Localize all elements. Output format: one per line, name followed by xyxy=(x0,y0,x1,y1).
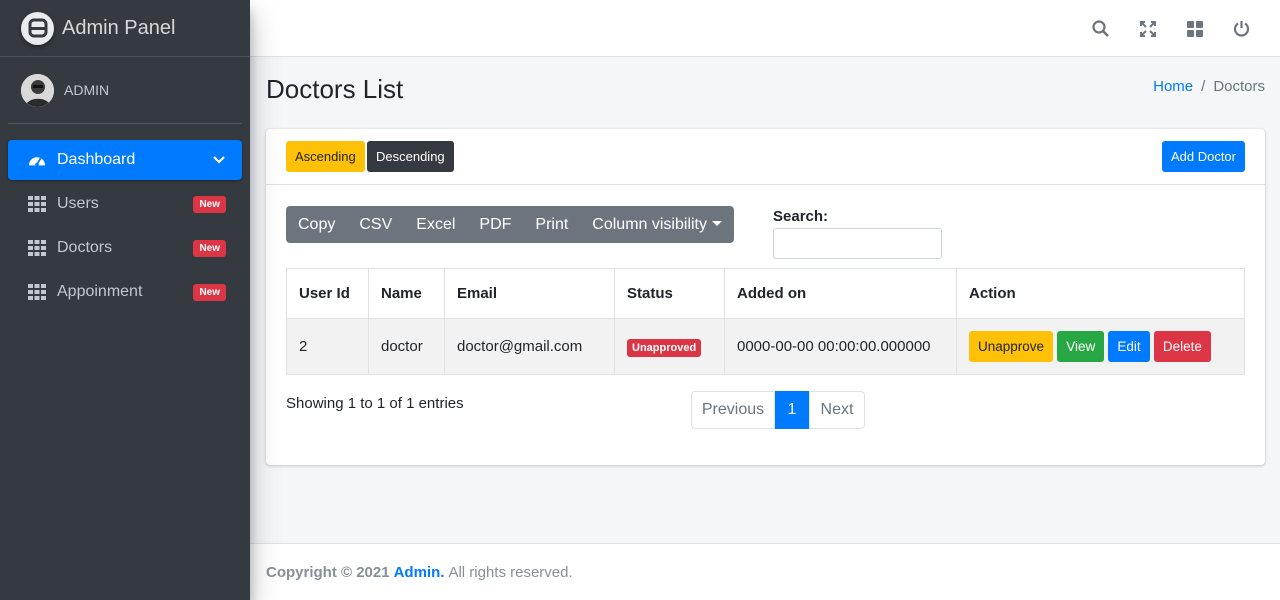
topbar xyxy=(250,0,1280,57)
ascending-button[interactable]: Ascending xyxy=(286,141,365,172)
column-header-name[interactable]: Name xyxy=(368,268,445,319)
search-icon[interactable] xyxy=(1077,0,1124,57)
table-info: Showing 1 to 1 of 1 entries xyxy=(286,395,464,412)
page-title: Doctors List xyxy=(266,74,404,104)
avatar xyxy=(21,73,54,107)
footer-brand-link[interactable]: Admin. xyxy=(394,564,445,581)
new-badge: New xyxy=(193,283,226,301)
column-visibility-label: Column visibility xyxy=(592,215,707,233)
topbar-actions xyxy=(1077,0,1265,57)
cell-actions: Unapprove View Edit Delete xyxy=(956,318,1245,375)
th-large-icon[interactable] xyxy=(1171,0,1218,57)
pagination-page-1[interactable]: 1 xyxy=(775,391,809,429)
footer-copyright: Copyright © 2021 xyxy=(266,563,390,581)
pagination-previous[interactable]: Previous xyxy=(691,391,775,429)
caret-down-icon xyxy=(712,220,722,226)
unapprove-button[interactable]: Unapprove xyxy=(969,331,1054,362)
sidebar-nav: Dashboard Users New Doctors New Appoinme… xyxy=(0,132,250,312)
print-button[interactable]: Print xyxy=(523,206,580,243)
sidebar-item-appoinment[interactable]: Appoinment New xyxy=(8,272,242,312)
sidebar-item-label: Users xyxy=(57,195,99,212)
doctors-table: User Id Name Email Status Added on Actio… xyxy=(286,268,1245,375)
sidebar-item-label: Doctors xyxy=(57,239,113,256)
csv-button[interactable]: CSV xyxy=(347,206,404,243)
grid-icon xyxy=(28,239,46,257)
column-header-added-on[interactable]: Added on xyxy=(724,268,957,319)
excel-button[interactable]: Excel xyxy=(404,206,467,243)
column-header-status[interactable]: Status xyxy=(614,268,725,319)
edit-button[interactable]: Edit xyxy=(1108,331,1150,362)
cell-added-on: 0000-00-00 00:00:00.000000 xyxy=(724,318,957,375)
status-badge: Unapproved xyxy=(627,339,702,357)
cell-status: Unapproved xyxy=(614,318,725,375)
breadcrumb: Home / Doctors xyxy=(1153,78,1265,95)
card-header: Ascending Descending Add Doctor xyxy=(266,129,1265,185)
table-row: 2 doctor doctor@gmail.com Unapproved 000… xyxy=(286,318,1245,375)
table-header-row: User Id Name Email Status Added on Actio… xyxy=(286,268,1245,319)
new-badge: New xyxy=(193,239,226,257)
add-doctor-button[interactable]: Add Doctor xyxy=(1161,141,1245,172)
pagination-next[interactable]: Next xyxy=(809,391,865,429)
sidebar-item-label: Appoinment xyxy=(57,283,143,300)
cell-name: doctor xyxy=(368,318,445,375)
column-header-user-id[interactable]: User Id xyxy=(286,268,369,319)
brand-logo-icon xyxy=(21,11,54,45)
breadcrumb-current: Doctors xyxy=(1213,78,1265,95)
export-button-group: Copy CSV Excel PDF Print Column visibili… xyxy=(286,206,734,243)
sidebar-item-doctors[interactable]: Doctors New xyxy=(8,228,242,268)
content-header: Doctors List Home / Doctors xyxy=(266,57,1265,128)
pdf-button[interactable]: PDF xyxy=(467,206,523,243)
breadcrumb-separator: / xyxy=(1201,78,1206,95)
chevron-down-icon xyxy=(212,153,226,167)
search-group: Search: xyxy=(773,208,942,259)
brand-link[interactable]: Admin Panel xyxy=(0,0,250,57)
column-visibility-button[interactable]: Column visibility xyxy=(580,206,734,243)
delete-button[interactable]: Delete xyxy=(1153,331,1211,362)
breadcrumb-home-link[interactable]: Home xyxy=(1153,78,1193,95)
pagination: Previous 1 Next xyxy=(691,391,865,429)
sidebar-item-dashboard[interactable]: Dashboard xyxy=(8,140,242,180)
descending-button[interactable]: Descending xyxy=(367,141,454,172)
user-name: ADMIN xyxy=(64,82,110,98)
cell-email: doctor@gmail.com xyxy=(444,318,615,375)
sidebar-item-label: Dashboard xyxy=(57,151,136,168)
expand-icon[interactable] xyxy=(1124,0,1171,57)
view-button[interactable]: View xyxy=(1057,331,1105,362)
tachometer-icon xyxy=(28,151,46,169)
doctors-card: Ascending Descending Add Doctor Copy CSV… xyxy=(266,129,1265,465)
column-header-action[interactable]: Action xyxy=(956,268,1245,319)
copy-button[interactable]: Copy xyxy=(286,206,347,243)
search-input[interactable] xyxy=(773,228,942,259)
brand-text: Admin Panel xyxy=(62,16,176,39)
new-badge: New xyxy=(193,195,226,213)
grid-icon xyxy=(28,283,46,301)
grid-icon xyxy=(28,195,46,213)
column-header-email[interactable]: Email xyxy=(444,268,615,319)
power-icon[interactable] xyxy=(1218,0,1265,57)
search-label: Search: xyxy=(773,208,829,225)
user-panel[interactable]: ADMIN xyxy=(8,57,242,124)
sidebar-item-users[interactable]: Users New xyxy=(8,184,242,224)
cell-user-id: 2 xyxy=(286,318,369,375)
sidebar: Admin Panel ADMIN Dashboard Users New Do… xyxy=(0,0,250,600)
footer: Copyright © 2021 Admin. All rights reser… xyxy=(250,543,1280,600)
footer-rights: All rights reserved. xyxy=(448,563,573,581)
